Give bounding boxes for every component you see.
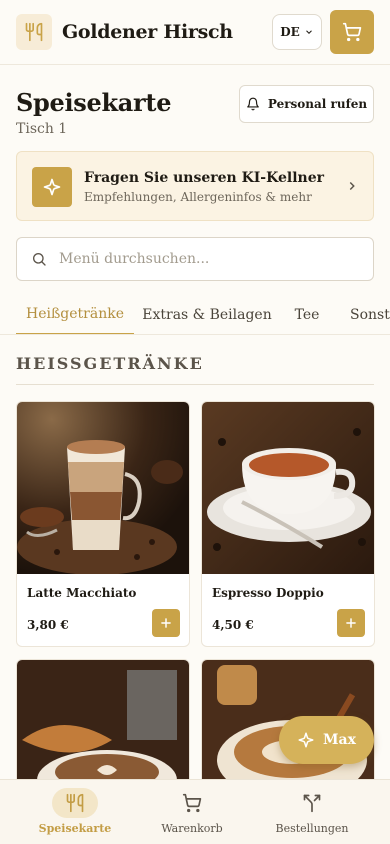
tab-extras-beilagen[interactable]: Extras & Beilagen	[138, 294, 276, 334]
cart-icon	[169, 788, 215, 818]
plus-icon	[161, 618, 171, 628]
call-staff-label: Personal rufen	[267, 97, 368, 111]
product-price: 3,80 €	[27, 618, 69, 632]
chevron-down-icon	[305, 30, 312, 34]
section-divider	[16, 384, 374, 385]
ai-card-subtitle: Empfehlungen, Allergeninfos & mehr	[84, 190, 312, 204]
utensils-logo-icon	[16, 14, 52, 50]
utensils-icon	[52, 788, 98, 818]
product-card-espresso-doppio[interactable]: Espresso Doppio 4,50 €	[201, 401, 375, 647]
category-tabs: Heißgetränke Extras & Beilagen Tee Sonst…	[0, 294, 390, 335]
section-title: HEISSGETRÄNKE	[16, 354, 204, 373]
search-bar[interactable]	[16, 237, 374, 281]
nav-item-warenkorb[interactable]: Warenkorb	[127, 780, 257, 844]
tab-heissgetraenke[interactable]: Heißgetränke	[16, 294, 134, 334]
espresso-doppio-image	[202, 402, 374, 574]
search-icon	[33, 252, 46, 266]
nav-label: Warenkorb	[161, 822, 223, 835]
sparkle-icon	[32, 167, 72, 207]
language-label: DE	[280, 25, 300, 39]
nav-item-speisekarte[interactable]: Speisekarte	[10, 780, 140, 844]
tab-sonstiges[interactable]: Sonsti	[340, 294, 390, 334]
search-input[interactable]	[59, 251, 349, 267]
orders-icon	[289, 788, 335, 818]
product-name: Espresso Doppio	[212, 586, 324, 600]
bell-icon	[247, 97, 259, 111]
ai-waiter-card[interactable]: Fragen Sie unseren KI-Kellner Empfehlung…	[16, 151, 374, 221]
product-price: 4,50 €	[212, 618, 254, 632]
bottom-navigation: Speisekarte Warenkorb Bestellungen	[0, 779, 390, 844]
call-staff-button[interactable]: Personal rufen	[239, 85, 374, 123]
ai-card-title: Fragen Sie unseren KI-Kellner	[84, 170, 324, 186]
latte-macchiato-image	[17, 402, 189, 574]
table-number: Tisch 1	[16, 121, 68, 137]
chevron-right-icon	[349, 181, 355, 191]
page-title: Speisekarte	[16, 88, 172, 117]
product-card-latte-macchiato[interactable]: Latte Macchiato 3,80 €	[16, 401, 190, 647]
add-to-cart-button[interactable]	[152, 609, 180, 637]
nav-item-bestellungen[interactable]: Bestellungen	[247, 780, 377, 844]
product-name: Latte Macchiato	[27, 586, 137, 600]
nav-label: Speisekarte	[38, 822, 112, 835]
language-select[interactable]: DE	[272, 14, 322, 50]
cart-button[interactable]	[330, 10, 374, 54]
sparkle-icon	[298, 732, 314, 748]
cart-icon	[342, 22, 362, 42]
nav-label: Bestellungen	[275, 822, 349, 835]
tab-tee[interactable]: Tee	[284, 294, 330, 334]
assistant-label: Max	[323, 732, 356, 748]
assistant-max-button[interactable]: Max	[279, 716, 374, 764]
add-to-cart-button[interactable]	[337, 609, 365, 637]
brand-name: Goldener Hirsch	[62, 21, 233, 43]
plus-icon	[346, 618, 356, 628]
